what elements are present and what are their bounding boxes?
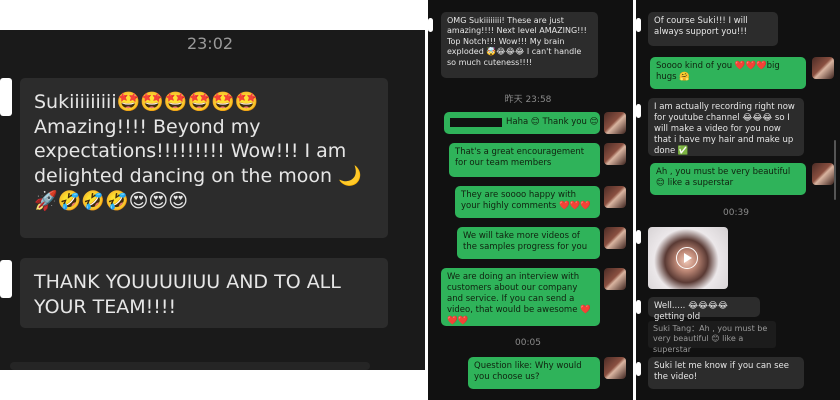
avatar[interactable] [604, 357, 626, 379]
left-chat-panel: 23:02 Sukiiiiiiiii🤩🤩🤩🤩🤩🤩 Amazing!!!! Bey… [0, 30, 425, 370]
left-avatar-stub-1 [0, 78, 12, 116]
middle-timestamp-1: 昨天 23:58 [504, 95, 552, 105]
left-avatar-stub-2 [0, 260, 12, 298]
left-message-1[interactable]: Sukiiiiiiiii🤩🤩🤩🤩🤩🤩 Amazing!!!! Beyond my… [20, 78, 388, 238]
left-bottom-edge [10, 362, 370, 370]
left-timestamp: 23:02 [186, 34, 234, 53]
middle-message-3[interactable]: They are soooo happy with your highly co… [455, 186, 600, 218]
middle-message-6[interactable]: Question like: Why would you choose us? [468, 357, 600, 389]
right-message-2[interactable]: Soooo kind of you ❤️❤️❤️big hugs 🤗 [650, 57, 806, 89]
middle-chat-panel: OMG Sukiiiiiiii! These are just amazing!… [428, 0, 633, 400]
middle-message-4[interactable]: We will take more videos of the samples … [457, 227, 600, 259]
middle-top-message[interactable]: OMG Sukiiiiiiii! These are just amazing!… [441, 12, 598, 78]
right-message-4[interactable]: Ah , you must be very beautiful 😊 like a… [650, 163, 806, 195]
avatar[interactable] [604, 268, 626, 290]
quoted-reply: Suki Tang：Ah , you must be very beautifu… [648, 321, 776, 354]
right-avatar-stub-1 [636, 18, 641, 32]
right-chat-panel: Of course Suki!!! I will always support … [636, 0, 840, 400]
avatar[interactable] [812, 163, 834, 185]
right-timestamp: 00:39 [723, 208, 749, 218]
avatar[interactable] [604, 227, 626, 249]
play-icon[interactable] [676, 247, 698, 269]
middle-message-2[interactable]: That's a great encouragement for our tea… [449, 143, 600, 177]
left-message-2[interactable]: THANK YOUUUUIUU AND TO ALL YOUR TEAM!!!! [20, 258, 388, 328]
redacted-name [450, 118, 502, 127]
scrollbar[interactable] [834, 140, 836, 200]
avatar[interactable] [604, 186, 626, 208]
middle-message-1-text: Haha 😊 Thank you 😊 [506, 117, 599, 127]
middle-timestamp-2: 00:05 [515, 338, 541, 348]
middle-message-5[interactable]: We are doing an interview with customers… [441, 268, 600, 326]
right-avatar-stub-5 [636, 362, 641, 376]
avatar[interactable] [812, 57, 834, 79]
right-message-1[interactable]: Of course Suki!!! I will always support … [648, 12, 778, 46]
middle-avatar-stub-top [428, 18, 433, 32]
right-message-3[interactable]: I am actually recording right now for yo… [648, 98, 804, 156]
right-avatar-stub-4 [636, 300, 641, 314]
middle-message-1[interactable]: Haha 😊 Thank you 😊 [444, 112, 600, 134]
avatar[interactable] [604, 143, 626, 165]
right-avatar-stub-3 [636, 230, 641, 244]
right-message-5[interactable]: Well..... 😂😂😂😂 getting old [648, 297, 760, 322]
right-message-6[interactable]: Suki let me know if you can see the vide… [648, 357, 804, 389]
video-thumbnail[interactable] [648, 227, 728, 289]
right-avatar-stub-2 [636, 104, 641, 118]
avatar[interactable] [604, 112, 626, 134]
